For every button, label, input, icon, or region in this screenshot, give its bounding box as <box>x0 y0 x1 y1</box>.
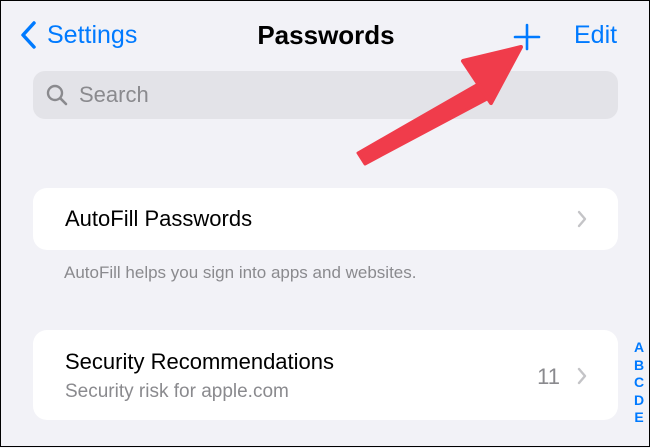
search-input[interactable] <box>77 81 601 109</box>
chevron-left-icon <box>21 21 36 49</box>
edit-button[interactable]: Edit <box>574 17 617 53</box>
security-recommendations-subtitle: Security risk for apple.com <box>65 381 289 402</box>
chevron-right-icon <box>577 210 587 228</box>
security-count-badge: 11 <box>537 364 560 389</box>
autofill-passwords-row[interactable]: AutoFill Passwords <box>33 188 618 250</box>
plus-icon <box>513 23 541 51</box>
alphabet-index[interactable]: A B C D E <box>629 339 649 427</box>
index-letter[interactable]: E <box>634 409 643 427</box>
add-password-button[interactable] <box>509 19 545 55</box>
back-button-label: Settings <box>47 20 138 49</box>
security-recommendations-title: Security Recommendations <box>65 349 335 374</box>
security-recommendations-row[interactable]: Security Recommendations Security risk f… <box>33 330 618 420</box>
back-button[interactable]: Settings <box>19 17 137 53</box>
index-letter[interactable]: B <box>634 357 644 375</box>
autofill-passwords-label: AutoFill Passwords <box>65 206 253 231</box>
chevron-right-icon <box>577 367 587 385</box>
autofill-footnote: AutoFill helps you sign into apps and we… <box>64 263 417 282</box>
index-letter[interactable]: C <box>634 374 644 392</box>
index-letter[interactable]: A <box>634 339 644 357</box>
magnifier-icon <box>46 84 68 106</box>
search-field[interactable] <box>33 71 618 119</box>
index-letter[interactable]: D <box>634 392 644 410</box>
